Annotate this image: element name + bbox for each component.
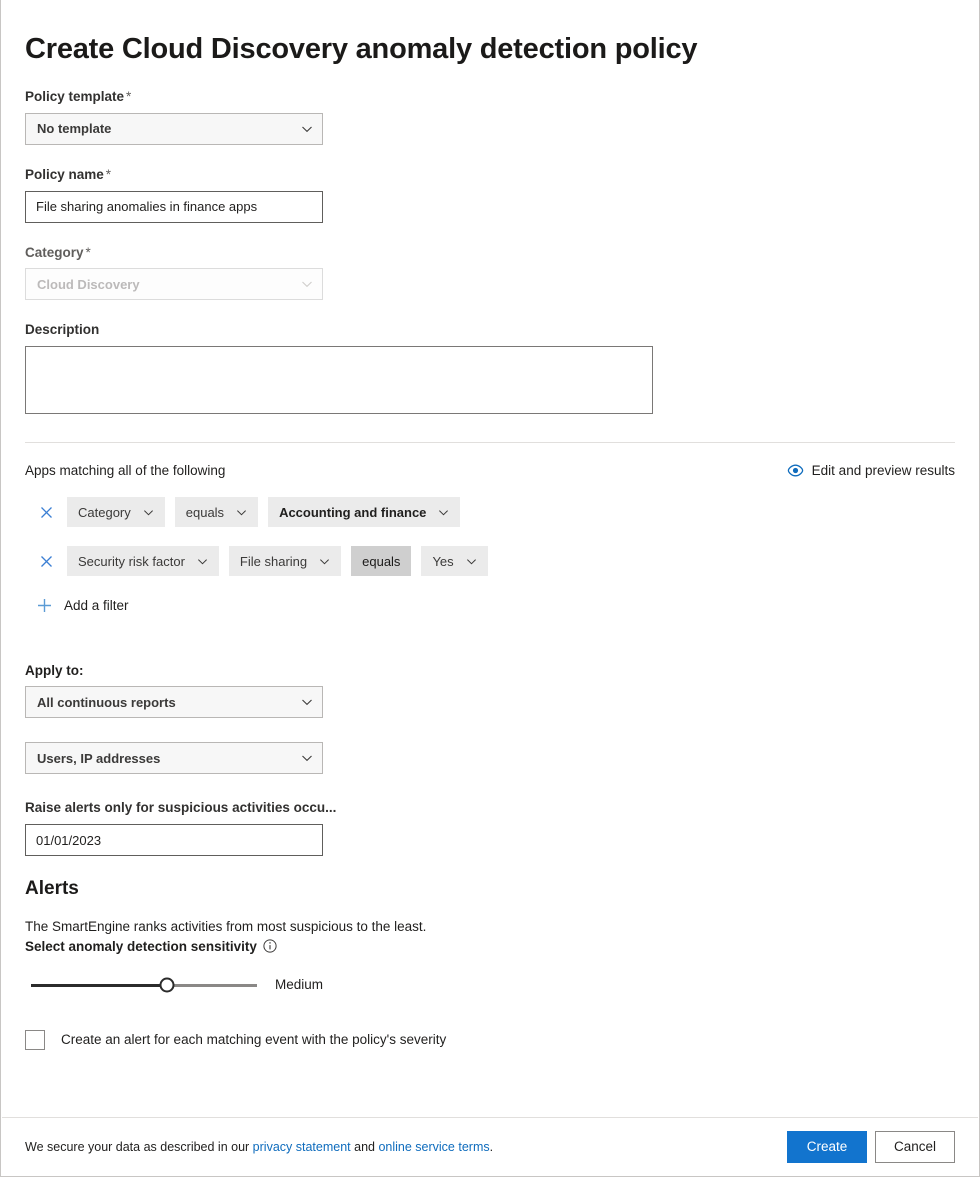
policy-name-label-text: Policy name xyxy=(25,167,104,182)
slider-track-filled xyxy=(31,984,167,987)
filter-row: Security risk factor File sharing equals… xyxy=(25,546,955,576)
create-alert-checkbox-label: Create an alert for each matching event … xyxy=(61,1032,446,1047)
filter-value-label: Yes xyxy=(432,554,453,569)
raise-alerts-date-value: 01/01/2023 xyxy=(36,833,101,848)
sensitivity-slider-row: Medium xyxy=(25,975,955,995)
filter-field-chip[interactable]: Security risk factor xyxy=(67,546,219,576)
continuous-reports-select[interactable]: All continuous reports xyxy=(25,686,323,718)
sensitivity-label-text: Select anomaly detection sensitivity xyxy=(25,939,257,954)
filter-row: Category equals Accounting and finance xyxy=(25,497,955,527)
policy-template-select[interactable]: No template xyxy=(25,113,323,145)
sensitivity-label: Select anomaly detection sensitivity xyxy=(25,939,955,954)
chevron-down-icon xyxy=(301,696,313,708)
chevron-down-icon xyxy=(197,556,208,567)
policy-template-label: Policy template* xyxy=(25,89,955,106)
edit-and-preview-results-link[interactable]: Edit and preview results xyxy=(787,463,955,478)
filter-field-label: Security risk factor xyxy=(78,554,185,569)
chevron-down-icon xyxy=(301,752,313,764)
footer-bar: We secure your data as described in our … xyxy=(2,1117,978,1175)
info-icon[interactable] xyxy=(263,939,277,953)
add-filter-label: Add a filter xyxy=(64,598,129,613)
create-alert-checkbox-row: Create an alert for each matching event … xyxy=(25,1030,955,1050)
category-select: Cloud Discovery xyxy=(25,268,323,300)
raise-alerts-field: Raise alerts only for suspicious activit… xyxy=(25,800,955,856)
policy-name-required-mark: * xyxy=(106,167,111,182)
slider-track-remaining xyxy=(167,984,257,987)
category-required-mark: * xyxy=(86,245,91,260)
description-textarea[interactable] xyxy=(25,346,653,414)
chevron-down-icon xyxy=(466,556,477,567)
category-value: Cloud Discovery xyxy=(37,277,140,292)
filter-subfield-label: File sharing xyxy=(240,554,307,569)
filters-header: Apps matching all of the following Edit … xyxy=(25,463,955,478)
description-label: Description xyxy=(25,322,955,339)
section-divider xyxy=(25,442,955,443)
chevron-down-icon xyxy=(236,507,247,518)
chevron-down-icon xyxy=(301,278,313,290)
chevron-down-icon xyxy=(301,123,313,135)
policy-template-required-mark: * xyxy=(126,89,131,104)
policy-template-field: Policy template* No template xyxy=(25,89,955,145)
apply-to-section: Apply to: All continuous reports Users, … xyxy=(25,663,955,774)
continuous-reports-value: All continuous reports xyxy=(37,695,176,710)
slider-thumb[interactable] xyxy=(159,977,174,992)
filter-operator-chip[interactable]: equals xyxy=(351,546,411,576)
filter-operator-label: equals xyxy=(362,554,400,569)
filter-operator-chip[interactable]: equals xyxy=(175,497,258,527)
filter-field-label: Category xyxy=(78,505,131,520)
page-title: Create Cloud Discovery anomaly detection… xyxy=(25,32,955,67)
filter-value-chip[interactable]: Accounting and finance xyxy=(268,497,460,527)
policy-name-value: File sharing anomalies in finance apps xyxy=(36,199,257,214)
online-service-terms-link[interactable]: online service terms xyxy=(378,1140,489,1154)
policy-template-value: No template xyxy=(37,121,111,136)
add-filter-button[interactable]: Add a filter xyxy=(25,598,955,613)
filter-field-chip[interactable]: Category xyxy=(67,497,165,527)
edit-and-preview-results-label: Edit and preview results xyxy=(812,463,955,478)
policy-name-field: Policy name* File sharing anomalies in f… xyxy=(25,167,955,223)
cancel-button[interactable]: Cancel xyxy=(875,1131,955,1163)
policy-template-label-text: Policy template xyxy=(25,89,124,104)
alerts-section-title: Alerts xyxy=(25,878,955,900)
close-icon[interactable] xyxy=(35,501,57,523)
legal-prefix: We secure your data as described in our xyxy=(25,1140,253,1154)
filter-value-chip[interactable]: Yes xyxy=(421,546,487,576)
policy-name-input[interactable]: File sharing anomalies in finance apps xyxy=(25,191,323,223)
close-icon[interactable] xyxy=(35,550,57,572)
sensitivity-slider[interactable] xyxy=(31,975,257,995)
create-policy-panel: Create Cloud Discovery anomaly detection… xyxy=(0,0,980,1177)
chevron-down-icon xyxy=(143,507,154,518)
apply-to-label: Apply to: xyxy=(25,663,955,678)
filter-operator-label: equals xyxy=(186,505,224,520)
scope-value: Users, IP addresses xyxy=(37,751,160,766)
legal-text: We secure your data as described in our … xyxy=(25,1140,493,1154)
category-field: Category* Cloud Discovery xyxy=(25,245,955,301)
raise-alerts-date-input[interactable]: 01/01/2023 xyxy=(25,824,323,856)
raise-alerts-label: Raise alerts only for suspicious activit… xyxy=(25,800,955,817)
privacy-statement-link[interactable]: privacy statement xyxy=(253,1140,351,1154)
scope-select[interactable]: Users, IP addresses xyxy=(25,742,323,774)
footer-buttons: Create Cancel xyxy=(787,1131,955,1163)
legal-suffix: . xyxy=(490,1140,493,1154)
alerts-description: The SmartEngine ranks activities from mo… xyxy=(25,917,955,937)
filters-title: Apps matching all of the following xyxy=(25,463,225,478)
create-button[interactable]: Create xyxy=(787,1131,867,1163)
policy-name-label: Policy name* xyxy=(25,167,955,184)
description-field: Description xyxy=(25,322,955,414)
category-label: Category* xyxy=(25,245,955,262)
plus-icon xyxy=(37,598,52,613)
filter-value-label: Accounting and finance xyxy=(279,505,426,520)
category-label-text: Category xyxy=(25,245,84,260)
legal-middle: and xyxy=(351,1140,379,1154)
sensitivity-value-label: Medium xyxy=(275,977,323,992)
chevron-down-icon xyxy=(438,507,449,518)
filter-subfield-chip[interactable]: File sharing xyxy=(229,546,341,576)
chevron-down-icon xyxy=(319,556,330,567)
eye-icon xyxy=(787,464,804,477)
create-alert-checkbox[interactable] xyxy=(25,1030,45,1050)
